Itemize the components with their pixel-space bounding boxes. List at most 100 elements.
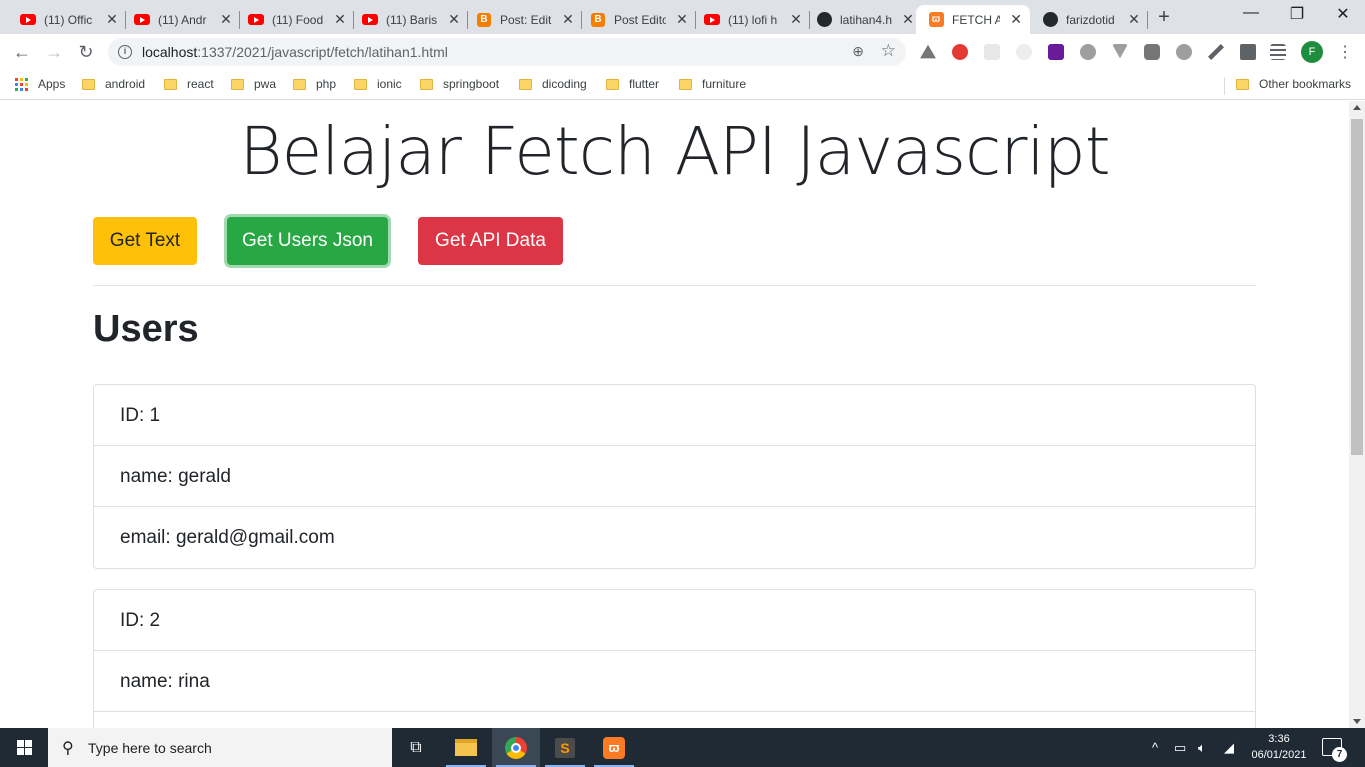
extension-icon[interactable] <box>984 44 1000 60</box>
url-host: localhost <box>142 44 198 60</box>
extension-icon[interactable] <box>1080 44 1096 60</box>
zoom-icon[interactable]: ⊕ <box>852 43 864 60</box>
minimize-button[interactable]: — <box>1228 4 1274 22</box>
browser-tab-active[interactable]: ϖ FETCH AP ✕ <box>916 5 1030 34</box>
bookmark-apps[interactable]: Apps <box>15 77 65 91</box>
browser-tab[interactable]: (11) lofi h ✕ <box>684 5 810 34</box>
file-explorer-icon <box>455 739 477 756</box>
page-title: Belajar Fetch API Javascript <box>239 113 1110 190</box>
url-text[interactable]: localhost:1337/2021/javascript/fetch/lat… <box>142 44 448 60</box>
taskbar-clock[interactable]: 3:36 06/01/2021 <box>1248 731 1310 763</box>
puzzle-extensions-icon[interactable] <box>1240 44 1256 60</box>
page-scrollbar[interactable] <box>1349 101 1365 728</box>
bookmark-folder[interactable]: react <box>164 77 214 91</box>
extension-icon[interactable] <box>1048 44 1064 60</box>
bookmark-folder[interactable]: ionic <box>354 77 402 91</box>
apps-grid-icon <box>15 77 28 91</box>
new-tab-button[interactable]: + <box>1153 6 1175 29</box>
back-arrow-icon[interactable]: ← <box>10 40 34 64</box>
browser-tab[interactable]: B Post: Edit ✕ <box>456 5 582 34</box>
browser-tab-strip: (11) Offic ✕ (11) Andr ✕ (11) Food ✕ (11… <box>0 0 1365 34</box>
folder-icon <box>82 78 95 90</box>
volume-icon[interactable]: 🔈︎ <box>1198 740 1206 756</box>
task-view-icon: ⧉ <box>410 738 422 756</box>
tray-chevron-icon[interactable]: ^ <box>1152 740 1158 755</box>
clock-time: 3:36 <box>1268 733 1290 745</box>
task-view-button[interactable]: ⧉ <box>392 728 440 767</box>
taskbar-search-box[interactable]: ⚲ Type here to search <box>48 728 392 767</box>
tab-title: (11) Baris <box>386 12 438 27</box>
browser-toolbar: ← → ↻ i localhost:1337/2021/javascript/f… <box>0 34 1365 70</box>
browser-tab[interactable]: (11) Offic ✕ <box>0 5 126 34</box>
user-card: ID: 2 name: rina <box>93 589 1256 728</box>
bookmark-label: Apps <box>38 77 66 91</box>
get-users-json-button[interactable]: Get Users Json <box>227 217 388 265</box>
extension-icon[interactable] <box>1176 44 1192 60</box>
wifi-icon[interactable]: ◢ <box>1224 740 1234 756</box>
users-heading: Users <box>93 308 199 350</box>
other-bookmarks[interactable]: Other bookmarks <box>1236 77 1351 91</box>
reload-icon[interactable]: ↻ <box>74 40 98 64</box>
eyedropper-icon[interactable] <box>1208 44 1224 60</box>
tab-title: (11) lofi h <box>728 12 778 27</box>
bookmark-label: android <box>105 77 146 91</box>
xampp-taskbar-button[interactable]: ϖ <box>590 728 638 767</box>
close-icon[interactable]: ✕ <box>902 11 914 28</box>
bookmark-folder[interactable]: pwa <box>231 77 276 91</box>
youtube-icon <box>704 12 720 28</box>
address-bar[interactable]: i localhost:1337/2021/javascript/fetch/l… <box>108 38 906 66</box>
folder-icon <box>420 78 433 90</box>
youtube-icon <box>248 12 264 28</box>
tab-title: farizdotid <box>1066 12 1115 27</box>
divider <box>93 285 1256 286</box>
adblock-extension-icon[interactable] <box>952 44 968 60</box>
get-text-button[interactable]: Get Text <box>93 217 197 265</box>
browser-tab[interactable]: (11) Andr ✕ <box>114 5 240 34</box>
windows-taskbar: ⚲ Type here to search ⧉ S ϖ ^ ▭ 🔈︎ ◢ 3:3… <box>0 728 1365 767</box>
folder-icon <box>1236 78 1249 90</box>
close-icon[interactable]: ✕ <box>1010 11 1022 28</box>
get-api-data-button[interactable]: Get API Data <box>418 217 563 265</box>
info-icon[interactable]: i <box>118 45 132 59</box>
bookmark-folder[interactable]: flutter <box>606 77 659 91</box>
vue-devtools-icon[interactable] <box>1112 44 1128 59</box>
bookmark-label: pwa <box>254 77 277 91</box>
file-explorer-button[interactable] <box>442 728 490 767</box>
tab-title: (11) Andr <box>158 12 207 27</box>
browser-tab[interactable]: (11) Baris ✕ <box>342 5 468 34</box>
bookmark-folder[interactable]: dicoding <box>519 77 587 91</box>
profile-avatar[interactable]: F <box>1301 41 1323 63</box>
start-button[interactable] <box>0 728 48 767</box>
window-close-button[interactable]: ✕ <box>1320 4 1365 24</box>
forward-arrow-icon[interactable]: → <box>42 40 66 64</box>
folder-icon <box>354 78 367 90</box>
bookmark-folder[interactable]: springboot <box>420 77 499 91</box>
bookmark-star-icon[interactable]: ☆ <box>881 41 896 61</box>
browser-tab[interactable]: latihan4.h ✕ <box>796 5 922 34</box>
scroll-down-icon[interactable] <box>1353 719 1361 724</box>
youtube-icon <box>362 12 378 28</box>
close-icon[interactable]: ✕ <box>1128 11 1140 28</box>
bookmark-folder[interactable]: furniture <box>679 77 746 91</box>
scrollbar-thumb[interactable] <box>1351 119 1363 455</box>
bookmark-folder[interactable]: php <box>293 77 336 91</box>
tab-title: latihan4.h <box>840 12 892 27</box>
extension-icon[interactable] <box>1016 44 1032 60</box>
browser-tab[interactable]: farizdotid ✕ <box>1030 5 1148 34</box>
folder-icon <box>164 78 177 90</box>
bookmark-folder[interactable]: android <box>82 77 145 91</box>
scroll-up-icon[interactable] <box>1353 105 1361 110</box>
battery-icon[interactable]: ▭ <box>1174 740 1186 756</box>
media-playlist-icon[interactable] <box>1270 44 1286 60</box>
tab-title: (11) Offic <box>44 12 93 27</box>
drive-extension-icon[interactable] <box>920 44 936 59</box>
browser-tab[interactable]: B Post Edito ✕ <box>570 5 696 34</box>
extension-icon[interactable] <box>1144 44 1160 60</box>
search-placeholder: Type here to search <box>88 740 212 756</box>
sublime-taskbar-button[interactable]: S <box>541 728 589 767</box>
browser-tab[interactable]: (11) Food ✕ <box>228 5 354 34</box>
user-id: ID: 1 <box>94 385 1255 446</box>
restore-button[interactable]: ❐ <box>1274 4 1320 24</box>
more-menu-icon[interactable]: ⋮ <box>1337 42 1353 62</box>
chrome-taskbar-button[interactable] <box>492 728 540 767</box>
